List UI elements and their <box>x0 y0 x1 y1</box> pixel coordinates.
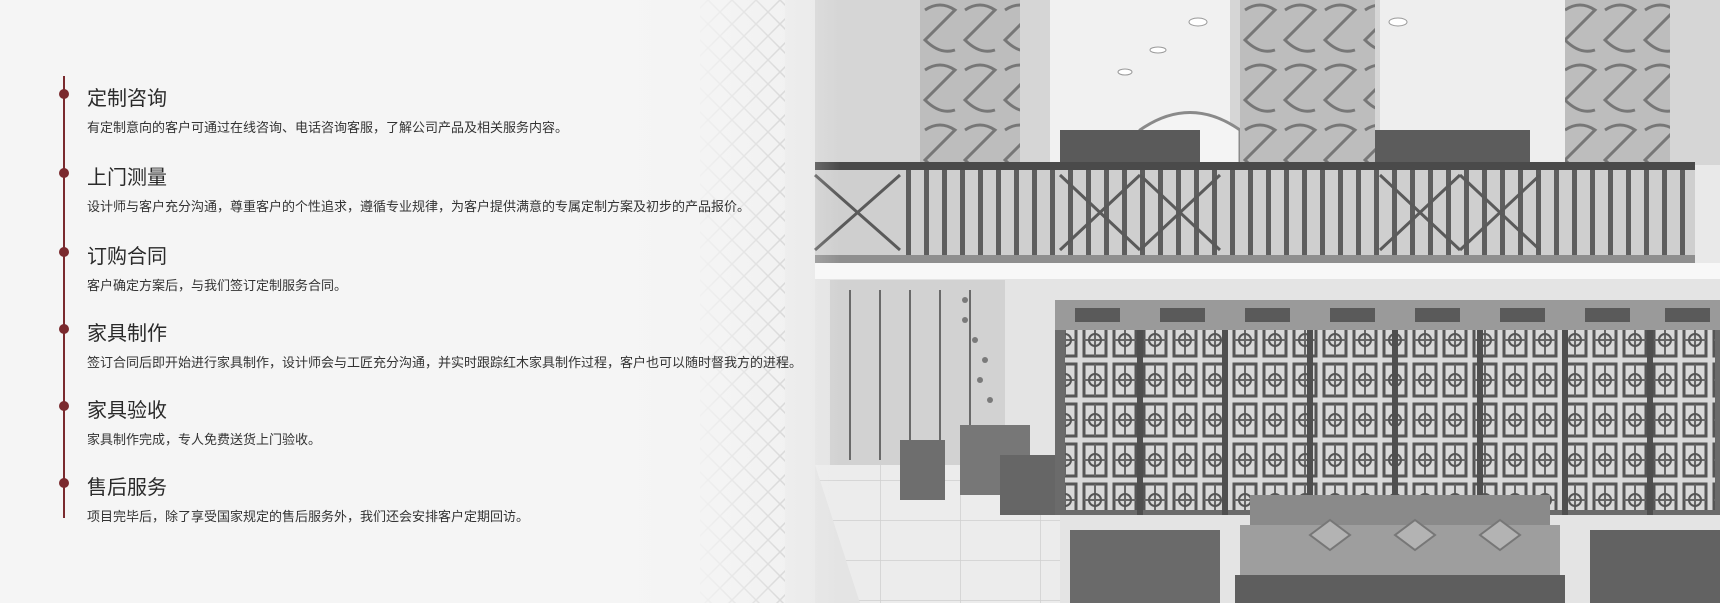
timeline-dot <box>59 401 69 411</box>
step-title: 订购合同 <box>87 244 167 268</box>
custom-service-timeline: 定制咨询 有定制意向的客户可通过在线咨询、电话咨询客服，了解公司产品及相关服务内… <box>0 0 900 603</box>
step-description: 项目完毕后，除了享受国家规定的售后服务外，我们还会安排客户定期回访。 <box>87 510 530 525</box>
timeline-dot <box>59 168 69 178</box>
step-title: 定制咨询 <box>87 86 167 110</box>
step-description: 签订合同后即开始进行家具制作，设计师会与工匠充分沟通，并实时跟踪红木家具制作过程… <box>87 356 803 371</box>
step-title: 上门测量 <box>87 165 167 189</box>
timeline-dot <box>59 89 69 99</box>
step-description: 设计师与客户充分沟通，尊重客户的个性追求，遵循专业规律，为客户提供满意的专属定制… <box>87 200 751 215</box>
step-title: 家具验收 <box>87 398 167 422</box>
timeline-dot <box>59 247 69 257</box>
step-title: 售后服务 <box>87 475 167 499</box>
timeline-dot <box>59 478 69 488</box>
timeline-dot <box>59 324 69 334</box>
step-description: 家具制作完成，专人免费送货上门验收。 <box>87 433 322 448</box>
step-description: 客户确定方案后，与我们签订定制服务合同。 <box>87 279 348 294</box>
step-title: 家具制作 <box>87 321 167 345</box>
step-description: 有定制意向的客户可通过在线咨询、电话咨询客服，了解公司产品及相关服务内容。 <box>87 121 569 136</box>
timeline-line <box>63 76 65 518</box>
